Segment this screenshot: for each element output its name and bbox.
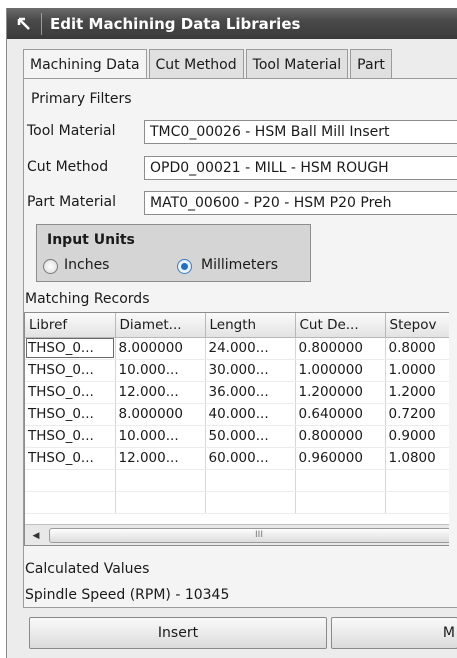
tool-material-select[interactable]: TMC0_00026 - HSM Ball Mill Insert [144, 120, 457, 144]
table-row-empty [25, 469, 449, 492]
tab-part[interactable]: Part [350, 49, 392, 79]
scroll-thumb[interactable]: III [49, 528, 449, 543]
cell-cut-depth[interactable]: 1.000000 [295, 359, 386, 382]
cut-method-label: Cut Method [27, 159, 109, 175]
cell-stepover[interactable]: 0.9000 [385, 425, 449, 448]
cell-length[interactable]: 24.000... [205, 337, 296, 360]
edit-machining-data-window: Edit Machining Data Libraries Machining … [6, 8, 457, 658]
cell-length[interactable]: 36.000... [205, 381, 296, 404]
column-header-cut-depth[interactable]: Cut De... [295, 313, 386, 338]
table-row[interactable]: THSO_0... 10.000... 50.000... 0.800000 0… [25, 425, 449, 448]
inches-radio[interactable] [43, 259, 58, 274]
matching-records-heading: Matching Records [25, 291, 150, 307]
cell-diameter[interactable]: 8.000000 [115, 337, 206, 360]
cell-diameter[interactable]: 8.000000 [115, 403, 206, 426]
millimeters-label[interactable]: Millimeters [201, 257, 278, 273]
cell-diameter[interactable]: 10.000... [115, 425, 206, 448]
cell-libref[interactable]: THSO_0... [25, 381, 116, 404]
tab-tool-material[interactable]: Tool Material [245, 49, 349, 79]
cell-length[interactable]: 50.000... [205, 425, 296, 448]
secondary-button[interactable]: M [331, 617, 457, 649]
window-title: Edit Machining Data Libraries [50, 14, 301, 33]
cell-length[interactable]: 30.000... [205, 359, 296, 382]
table-row[interactable]: THSO_0... 8.000000 24.000... 0.800000 0.… [25, 337, 449, 360]
cell-stepover[interactable]: 0.7200 [385, 403, 449, 426]
tab-cut-method[interactable]: Cut Method [148, 49, 244, 79]
input-units-group: Input Units Inches Millimeters [36, 224, 311, 282]
cut-method-select[interactable]: OPD0_00021 - MILL - HSM ROUGH [144, 156, 457, 180]
title-bar[interactable]: Edit Machining Data Libraries [7, 8, 457, 39]
scroll-left-icon[interactable]: ◀ [27, 527, 45, 544]
cell-cut-depth[interactable]: 0.800000 [295, 337, 386, 360]
table-row[interactable]: THSO_0... 8.000000 40.000... 0.640000 0.… [25, 403, 449, 426]
part-material-select[interactable]: MAT0_00600 - P20 - HSM P20 Preh [144, 191, 457, 215]
cell-diameter[interactable]: 10.000... [115, 359, 206, 382]
cell-cut-depth[interactable]: 1.200000 [295, 381, 386, 404]
insert-button[interactable]: Insert [29, 617, 327, 649]
cell-stepover[interactable]: 1.0800 [385, 447, 449, 470]
tool-material-label: Tool Material [27, 123, 116, 139]
inches-label[interactable]: Inches [64, 257, 109, 273]
matching-records-table[interactable]: Libref Diamet... Length Cut De... Stepov… [24, 312, 449, 546]
cell-length[interactable]: 60.000... [205, 447, 296, 470]
table-header-row: Libref Diamet... Length Cut De... Stepov [25, 313, 449, 338]
table-row[interactable]: THSO_0... 12.000... 36.000... 1.200000 1… [25, 381, 449, 404]
cell-libref[interactable]: THSO_0... [25, 337, 116, 360]
column-header-diameter[interactable]: Diamet... [115, 313, 206, 338]
cell-stepover[interactable]: 1.0000 [385, 359, 449, 382]
spindle-speed-value: Spindle Speed (RPM) - 10345 [25, 587, 230, 603]
cell-cut-depth[interactable]: 0.960000 [295, 447, 386, 470]
cell-length[interactable]: 40.000... [205, 403, 296, 426]
cell-libref[interactable]: THSO_0... [25, 425, 116, 448]
column-header-stepover[interactable]: Stepov [385, 313, 449, 338]
cell-stepover[interactable]: 0.8000 [385, 337, 449, 360]
cell-diameter[interactable]: 12.000... [115, 381, 206, 404]
title-separator [41, 12, 42, 35]
millimeters-radio[interactable] [177, 259, 192, 274]
tab-machining-data[interactable]: Machining Data [23, 49, 147, 80]
cell-cut-depth[interactable]: 0.640000 [295, 403, 386, 426]
window-menu-icon[interactable] [15, 15, 33, 33]
column-header-libref[interactable]: Libref [25, 313, 116, 338]
input-units-heading: Input Units [47, 232, 135, 248]
machining-data-panel: Primary Filters Tool Material TMC0_00026… [23, 78, 457, 608]
calculated-values-heading: Calculated Values [25, 561, 150, 577]
cell-libref[interactable]: THSO_0... [25, 403, 116, 426]
column-header-length[interactable]: Length [205, 313, 296, 338]
cell-diameter[interactable]: 12.000... [115, 447, 206, 470]
horizontal-scrollbar[interactable]: ◀ III [25, 524, 449, 545]
cell-cut-depth[interactable]: 0.800000 [295, 425, 386, 448]
cell-stepover[interactable]: 1.2000 [385, 381, 449, 404]
table-row-empty [25, 491, 449, 514]
primary-filters-heading: Primary Filters [31, 91, 132, 107]
tab-strip: Machining Data Cut Method Tool Material … [23, 49, 394, 80]
cell-libref[interactable]: THSO_0... [25, 447, 116, 470]
table-row[interactable]: THSO_0... 10.000... 30.000... 1.000000 1… [25, 359, 449, 382]
table-row[interactable]: THSO_0... 12.000... 60.000... 0.960000 1… [25, 447, 449, 470]
cell-libref[interactable]: THSO_0... [25, 359, 116, 382]
part-material-label: Part Material [27, 194, 116, 210]
